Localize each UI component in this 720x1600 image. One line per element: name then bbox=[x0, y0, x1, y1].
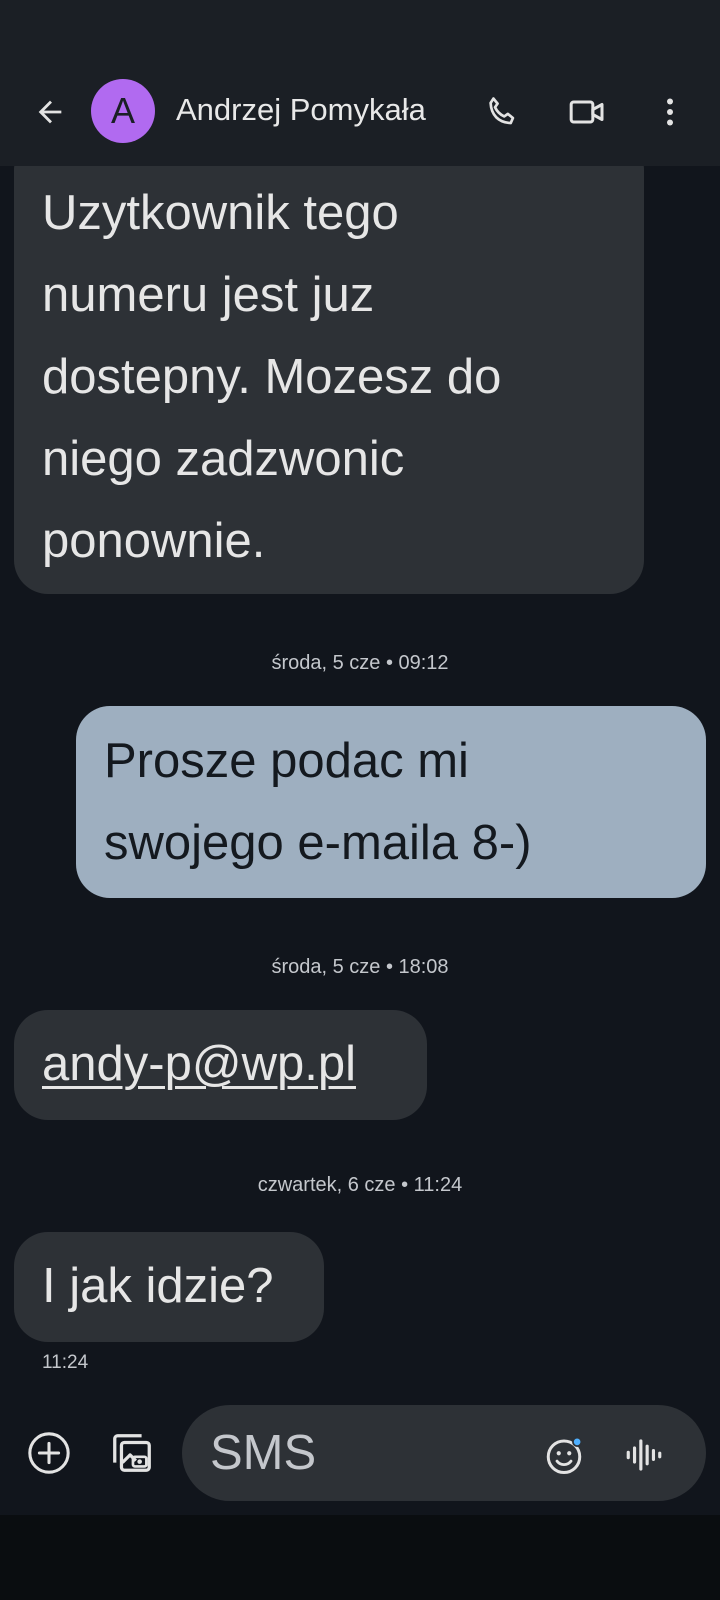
date-separator: czwartek, 6 cze • 11:24 bbox=[257, 1174, 463, 1196]
video-call-button[interactable] bbox=[559, 84, 615, 140]
contact-name[interactable]: Andrzej Pomykała bbox=[176, 92, 426, 128]
back-arrow-icon bbox=[38, 100, 62, 124]
message-line: ponownie. bbox=[42, 514, 266, 568]
more-options-button[interactable] bbox=[642, 84, 698, 140]
conversation-header: A Andrzej Pomykała bbox=[0, 64, 720, 166]
sms-input[interactable] bbox=[210, 1423, 510, 1483]
date-separator: środa, 5 cze • 18:08 bbox=[271, 956, 449, 978]
message-bubble-incoming[interactable]: I jak idzie? bbox=[14, 1232, 324, 1342]
voice-message-button[interactable] bbox=[616, 1427, 672, 1483]
back-button[interactable] bbox=[26, 88, 74, 136]
emoji-button[interactable] bbox=[536, 1427, 592, 1483]
message-line: Prosze podac mi bbox=[104, 734, 469, 788]
call-button[interactable] bbox=[474, 84, 530, 140]
status-bar bbox=[0, 0, 720, 64]
gallery-icon bbox=[113, 1434, 151, 1472]
email-link[interactable]: andy-p@wp.pl bbox=[42, 1037, 356, 1091]
more-vert-icon bbox=[667, 98, 673, 126]
message-thread[interactable]: Uzytkownik tego numeru jest juz dostepny… bbox=[0, 166, 720, 1400]
video-call-icon bbox=[569, 100, 604, 124]
message-line: swojego e-maila 8-) bbox=[104, 816, 532, 870]
compose-bar bbox=[0, 1400, 720, 1515]
add-circle-icon bbox=[28, 1432, 70, 1474]
phone-icon bbox=[489, 97, 515, 125]
gallery-button[interactable] bbox=[104, 1425, 160, 1481]
attach-button[interactable] bbox=[21, 1425, 77, 1481]
system-nav-bar bbox=[0, 1515, 720, 1600]
message-text: I jak idzie? bbox=[42, 1259, 274, 1313]
avatar[interactable]: A bbox=[91, 79, 155, 143]
message-line: dostepny. Mozesz do bbox=[42, 350, 502, 404]
message-field[interactable] bbox=[182, 1405, 706, 1501]
emoji-icon bbox=[546, 1436, 583, 1474]
message-line: numeru jest juz bbox=[42, 268, 375, 322]
message-line: Uzytkownik tego bbox=[42, 186, 399, 240]
message-bubble-incoming[interactable]: andy-p@wp.pl bbox=[14, 1010, 427, 1120]
message-bubble-incoming[interactable]: Uzytkownik tego numeru jest juz dostepny… bbox=[14, 166, 644, 594]
date-separator: środa, 5 cze • 09:12 bbox=[271, 652, 449, 674]
message-line: niego zadzwonic bbox=[42, 432, 405, 486]
message-bubble-outgoing[interactable]: Prosze podac mi swojego e-maila 8-) bbox=[76, 706, 706, 898]
voice-wave-icon bbox=[626, 1439, 662, 1471]
message-timestamp: 11:24 bbox=[42, 1352, 89, 1373]
